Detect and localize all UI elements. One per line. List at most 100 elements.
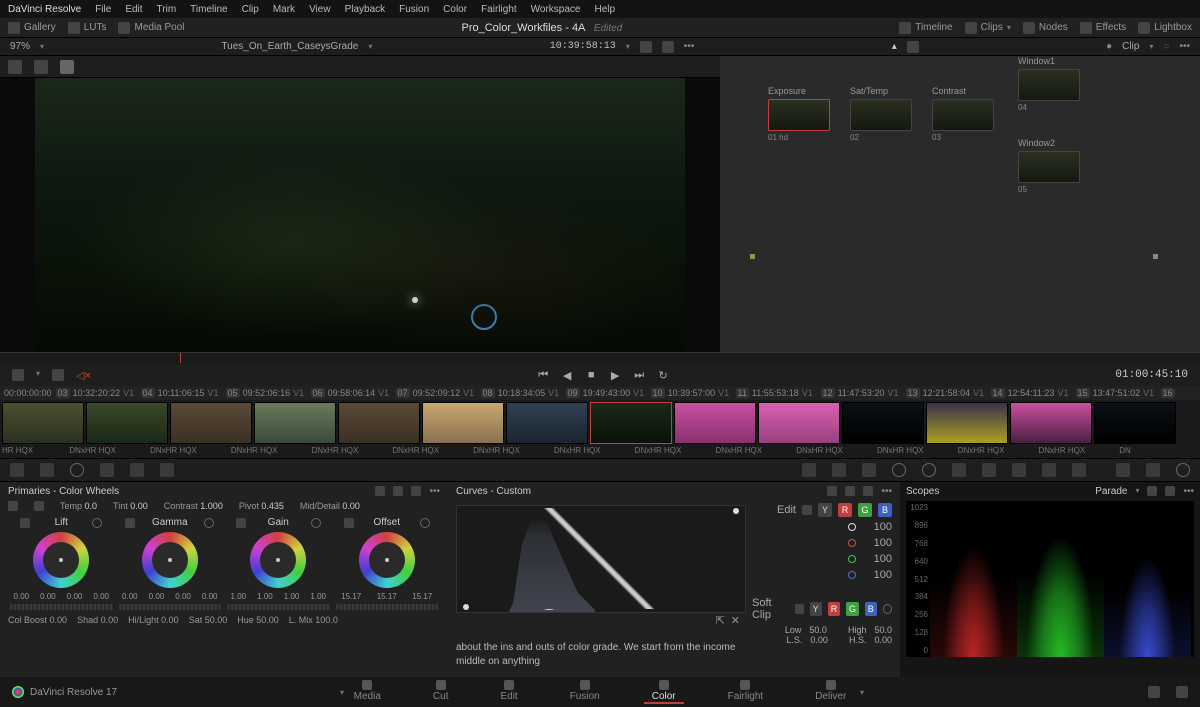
clip-thumb[interactable] [590,402,672,444]
menu-edit[interactable]: Edit [125,4,142,15]
toggle-gallery[interactable]: Gallery [8,22,56,34]
softclip-reset-icon[interactable] [883,604,892,614]
clip-thumb[interactable] [506,402,588,444]
menu-timeline[interactable]: Timeline [190,4,227,15]
channel-g-button[interactable]: G [858,503,872,517]
blur-icon[interactable] [982,463,996,477]
stop-button[interactable]: ■ [585,369,597,381]
menu-mark[interactable]: Mark [273,4,295,15]
scopes-mode-dropdown[interactable]: Parade [1095,486,1127,497]
toggle-nodes[interactable]: Nodes [1023,22,1068,34]
page-edit[interactable]: Edit [492,680,525,704]
wheels-mode-icon[interactable] [375,486,385,496]
camera-raw-icon[interactable] [10,463,24,477]
pagebar-prev-icon[interactable]: ▾ [340,688,344,697]
prev-clip-button[interactable]: ⏮ [537,369,549,381]
clip-thumb[interactable] [338,402,420,444]
channel-r-button[interactable]: R [838,503,852,517]
reset-icon[interactable] [420,518,430,528]
menu-workspace[interactable]: Workspace [531,4,581,15]
popout-icon[interactable]: ⇱ [716,614,725,627]
node-02[interactable]: Sat/Temp02 [850,86,912,142]
curves-icon[interactable] [802,463,816,477]
next-clip-button[interactable]: ⏭ [633,369,645,381]
reset-icon[interactable] [204,518,214,528]
clip-thumb[interactable] [758,402,840,444]
motion-effects-icon[interactable] [160,463,174,477]
clip-thumb[interactable] [842,402,924,444]
settings-icon[interactable] [1176,686,1188,698]
link-channels-icon[interactable] [802,505,812,515]
expand-icon[interactable] [662,41,674,53]
node-graph[interactable]: Exposure01 hdSat/Temp02 Contrast03 Windo… [720,56,1200,352]
toggle-mediapool[interactable]: Media Pool [118,22,184,34]
param-shad[interactable]: Shad 0.00 [77,615,118,625]
hand-tool-icon[interactable] [907,41,919,53]
openfx-tool-icon[interactable] [60,60,74,74]
param-temp[interactable]: Temp 0.0 [60,501,97,511]
intensity-row[interactable]: 100 [752,537,892,549]
wheel-gain[interactable]: Gain1.001.001.001.00 [225,517,332,613]
graph-input-icon[interactable] [750,254,755,259]
page-color[interactable]: Color [644,680,684,704]
softclip-g-button[interactable]: G [846,602,858,616]
node-03[interactable]: Contrast03 [932,86,994,142]
wheel-offset[interactable]: Offset15.1715.1715.17 [334,517,441,613]
bars-mode-icon[interactable] [393,486,403,496]
picker-icon[interactable] [8,501,18,511]
curve-editor[interactable] [456,505,746,613]
menu-fusion[interactable]: Fusion [399,4,429,15]
toggle-lightbox[interactable]: Lightbox [1138,22,1192,34]
page-cut[interactable]: Cut [425,680,457,704]
close-icon[interactable]: ✕ [731,614,740,627]
menu-trim[interactable]: Trim [157,4,177,15]
clip-thumb[interactable] [170,402,252,444]
viewer-zoom[interactable]: 97% [10,41,30,52]
viewer-mode-icon[interactable] [12,369,24,381]
clip-thumb[interactable] [254,402,336,444]
mini-timeline[interactable] [0,352,1200,364]
param-tint[interactable]: Tint 0.00 [113,501,148,511]
clip-thumb[interactable] [674,402,756,444]
play-reverse-button[interactable]: ◀ [561,369,573,381]
scopes-layout-icon[interactable] [1147,486,1157,496]
clip-thumb[interactable] [86,402,168,444]
info-icon[interactable] [1176,463,1190,477]
menu-help[interactable]: Help [594,4,615,15]
param-hilight[interactable]: Hi/Light 0.00 [128,615,179,625]
link-softclip-icon[interactable] [795,604,804,614]
toggle-effects[interactable]: Effects [1080,22,1126,34]
page-deliver[interactable]: Deliver [807,680,854,704]
3d-icon[interactable] [1072,463,1086,477]
reset-icon[interactable] [311,518,321,528]
page-fusion[interactable]: Fusion [562,680,608,704]
softclip-r-button[interactable]: R [828,602,840,616]
toggle-timeline[interactable]: Timeline [899,22,952,34]
hue-curves-icon[interactable] [845,486,855,496]
node-scope-dropdown[interactable]: Clip [1122,41,1139,52]
color-warper-icon[interactable] [832,463,846,477]
reset-icon[interactable] [92,518,102,528]
param-lmix[interactable]: L. Mix 100.0 [289,615,338,625]
play-button[interactable]: ▶ [609,369,621,381]
viewer-image[interactable] [35,78,685,352]
thumbnail-strip[interactable] [0,400,1200,446]
node-04[interactable]: Window104 [1018,56,1080,112]
color-match-icon[interactable] [40,463,54,477]
param-contrast[interactable]: Contrast 1.000 [164,501,223,511]
loop-icon[interactable] [640,41,652,53]
expand-curves-icon[interactable] [863,486,873,496]
color-wheels-icon[interactable] [70,463,84,477]
scopes-expand-icon[interactable] [1165,486,1175,496]
split-screen-icon[interactable] [52,369,64,381]
softclip-b-button[interactable]: B [865,602,877,616]
tracker-icon[interactable] [922,463,936,477]
wheel-gamma[interactable]: Gamma0.000.000.000.00 [117,517,224,613]
menu-color[interactable]: Color [443,4,467,15]
windows-icon[interactable] [892,463,906,477]
menu-app[interactable]: DaVinci Resolve [8,4,81,15]
param-pivot[interactable]: Pivot 0.435 [239,501,284,511]
scopes-toggle-icon[interactable] [1146,463,1160,477]
menu-fairlight[interactable]: Fairlight [481,4,517,15]
rgb-mixer-icon[interactable] [130,463,144,477]
